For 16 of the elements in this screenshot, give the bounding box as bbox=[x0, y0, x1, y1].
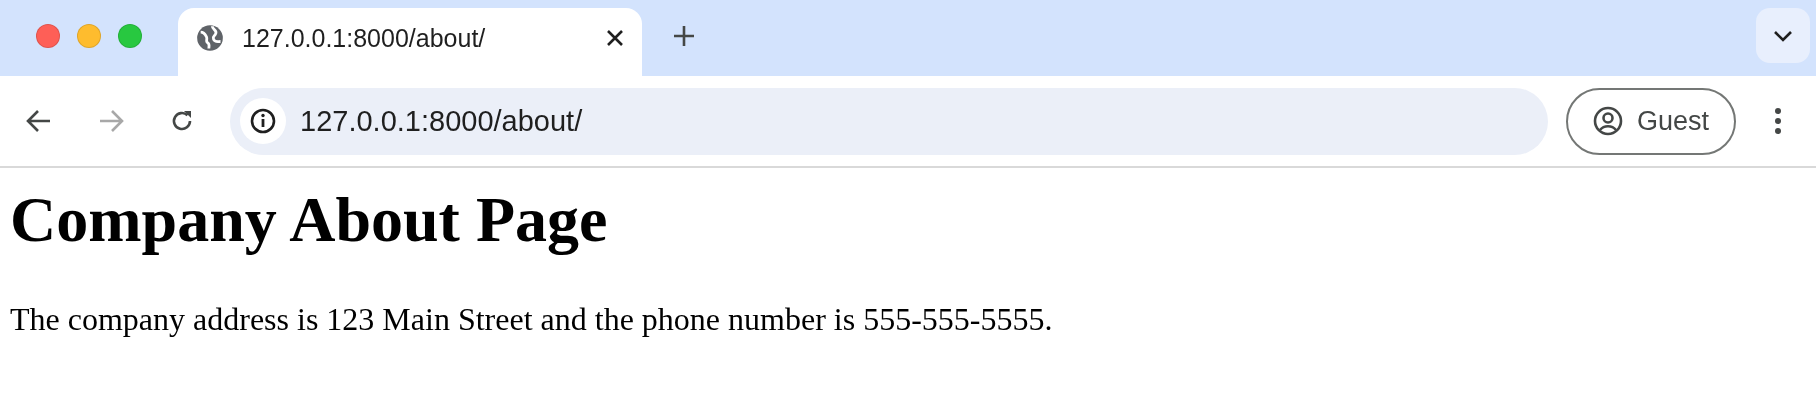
page-heading: Company About Page bbox=[10, 183, 609, 257]
profile-button[interactable]: Guest bbox=[1566, 87, 1736, 155]
address-bar[interactable]: 127.0.0.1:8000/about/ bbox=[230, 87, 1548, 155]
back-icon[interactable] bbox=[26, 109, 52, 133]
url-text: 127.0.0.1:8000/about/ bbox=[300, 104, 583, 138]
info-icon[interactable] bbox=[250, 108, 276, 134]
caret-icon bbox=[1773, 29, 1793, 42]
menu-icon[interactable] bbox=[1774, 107, 1782, 135]
close-window-button[interactable] bbox=[36, 24, 60, 48]
page-paragraph: The company address is 123 Main Street and the phone number is 555-555-5555. bbox=[10, 300, 1054, 338]
close-icon[interactable] bbox=[606, 29, 624, 47]
person-icon bbox=[1592, 106, 1623, 136]
reload-icon[interactable] bbox=[170, 109, 194, 133]
tab-title: 127.0.0.1:8000/about/ bbox=[242, 23, 487, 53]
browser-tab[interactable]: 127.0.0.1:8000/about/ bbox=[178, 8, 642, 76]
globe-icon bbox=[196, 24, 224, 52]
